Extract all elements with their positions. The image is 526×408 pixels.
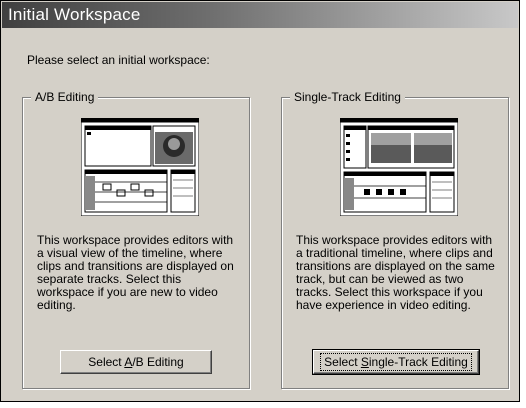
- select-ab-editing-button[interactable]: Select A/B Editing: [60, 350, 212, 374]
- select-single-track-editing-button[interactable]: Select Single-Track Editing: [312, 349, 480, 375]
- select-ab-editing-label-suffix: /B Editing: [132, 355, 184, 369]
- workspace-prompt: Please select an initial workspace:: [27, 53, 210, 67]
- single-track-editing-group: Single-Track Editing This workspace prov…: [281, 90, 509, 389]
- ab-editing-preview-image: [81, 118, 199, 216]
- single-track-editing-group-label: Single-Track Editing: [290, 90, 405, 104]
- select-single-track-editing-label: Select Single-Track Editing: [320, 353, 472, 371]
- ab-editing-group-label: A/B Editing: [31, 90, 99, 104]
- dialog-title: Initial Workspace: [2, 2, 518, 28]
- ab-editing-group: A/B Editing This workspace provides edit…: [22, 90, 250, 389]
- ab-editing-description: This workspace provides editors with a v…: [37, 233, 234, 312]
- single-track-editing-description: This workspace provides editors with a t…: [296, 233, 495, 312]
- select-single-track-label-prefix: Select: [324, 355, 361, 369]
- initial-workspace-dialog: Initial Workspace Please select an initi…: [0, 0, 520, 402]
- select-ab-editing-label: Select A/B Editing: [88, 355, 183, 369]
- select-single-track-label-suffix: ingle-Track Editing: [368, 355, 468, 369]
- select-ab-editing-label-prefix: Select: [88, 355, 125, 369]
- select-single-track-mnemonic: S: [360, 355, 369, 369]
- single-track-editing-preview-image: [340, 118, 458, 216]
